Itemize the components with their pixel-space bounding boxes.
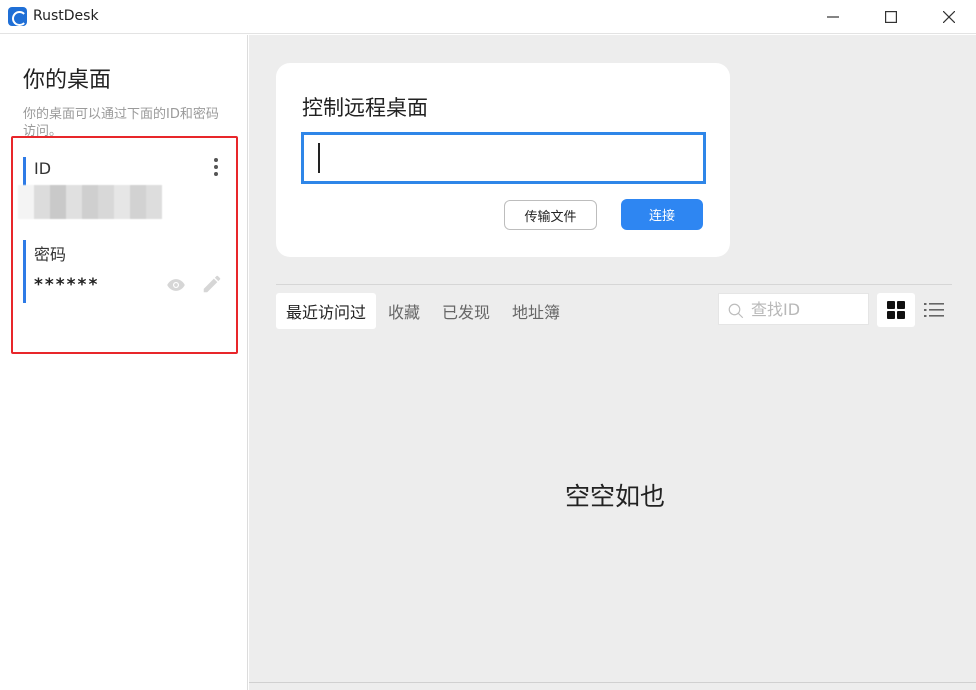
minimize-button[interactable] xyxy=(810,0,856,34)
close-icon xyxy=(943,11,955,23)
eye-icon[interactable] xyxy=(165,275,187,295)
id-label: ID xyxy=(34,159,52,178)
grid-view-icon xyxy=(887,301,905,319)
search-icon xyxy=(728,303,744,319)
tab-favorites[interactable]: 收藏 xyxy=(378,293,430,329)
tab-address-book[interactable]: 地址簿 xyxy=(502,293,570,329)
password-value: ****** xyxy=(34,275,100,295)
list-view-button[interactable] xyxy=(919,293,949,327)
window-title: RustDesk xyxy=(33,8,99,24)
close-button[interactable] xyxy=(926,0,972,34)
your-desktop-title: 你的桌面 xyxy=(23,68,112,93)
text-caret xyxy=(318,143,320,173)
grid-view-button[interactable] xyxy=(877,293,915,327)
pencil-icon[interactable] xyxy=(201,273,223,295)
title-bar: RustDesk xyxy=(0,0,976,34)
search-id-box[interactable] xyxy=(718,293,869,325)
tab-recent[interactable]: 最近访问过 xyxy=(276,293,377,329)
password-accent-bar xyxy=(23,240,26,303)
peer-tabs: 最近访问过 收藏 已发现 地址簿 xyxy=(276,293,572,329)
your-desktop-description: 你的桌面可以通过下面的ID和密码访问。 xyxy=(23,107,219,139)
bottom-divider xyxy=(249,682,976,683)
remote-control-title: 控制远程桌面 xyxy=(302,96,428,120)
left-panel: 你的桌面 你的桌面可以通过下面的ID和密码访问。 ID 密码 ****** xyxy=(0,35,248,690)
search-id-input[interactable] xyxy=(751,294,863,324)
remote-id-input-wrapper[interactable] xyxy=(301,132,706,184)
remote-control-card: 控制远程桌面 传输文件 连接 xyxy=(276,63,730,257)
id-value-pixelated[interactable] xyxy=(18,185,164,219)
main-area: 控制远程桌面 传输文件 连接 最近访问过 收藏 已发现 地址簿 查找ID 空空如… xyxy=(249,35,976,690)
connect-button[interactable]: 连接 xyxy=(621,199,703,230)
empty-state-message: 空空如也 xyxy=(564,482,665,511)
list-view-icon xyxy=(924,303,944,317)
maximize-button[interactable] xyxy=(868,0,914,34)
transfer-file-button[interactable]: 传输文件 xyxy=(504,200,597,230)
maximize-icon xyxy=(885,11,897,23)
rustdesk-logo-icon xyxy=(8,7,27,26)
tab-discovered[interactable]: 已发现 xyxy=(432,293,500,329)
password-label: 密码 xyxy=(34,245,67,264)
minimize-icon xyxy=(827,16,839,18)
more-options-icon[interactable] xyxy=(206,155,226,179)
remote-id-input[interactable] xyxy=(304,135,703,181)
section-divider xyxy=(276,284,952,285)
